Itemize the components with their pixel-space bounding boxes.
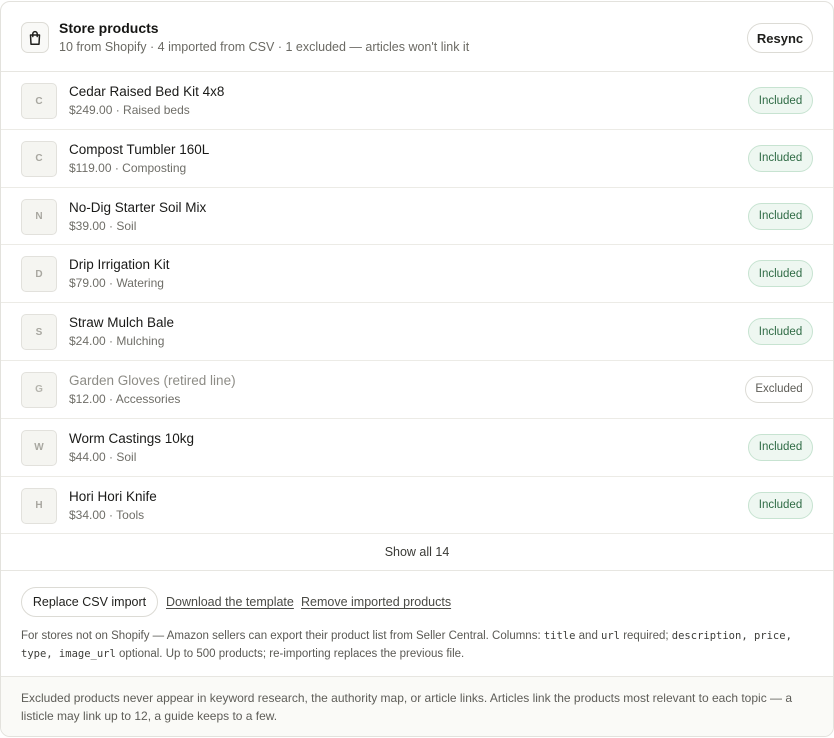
shopping-bag-icon — [21, 22, 49, 53]
product-name: Garden Gloves (retired line) — [69, 372, 236, 388]
product-price-category: $24.00 · Mulching — [69, 334, 165, 349]
product-row: H Hori Hori Knife $34.00 · Tools Include… — [1, 477, 833, 535]
remove-imported-products-link[interactable]: Remove imported products — [301, 595, 451, 609]
product-name: Cedar Raised Bed Kit 4x8 — [69, 84, 225, 99]
product-price-category: $12.00 · Accessories — [69, 391, 181, 406]
product-thumbnail: S — [21, 314, 57, 351]
product-row: W Worm Castings 10kg $44.00 · Soil Inclu… — [1, 419, 833, 477]
show-all-button[interactable]: Show all 14 — [1, 534, 833, 572]
product-thumbnail: C — [21, 83, 57, 119]
product-name: Straw Mulch Bale — [69, 315, 175, 331]
csv-import-section: Replace CSV import Download the template… — [1, 571, 833, 678]
product-thumbnail: G — [21, 371, 57, 408]
column-url-code: url — [601, 630, 620, 643]
include-toggle[interactable]: Included — [748, 318, 813, 346]
product-price-category: $79.00 · Watering — [69, 276, 164, 291]
product-name: Drip Irrigation Kit — [69, 257, 170, 273]
products-summary: 10 from Shopify · 4 imported from CSV · … — [59, 40, 470, 54]
product-row: G Garden Gloves (retired line) $12.00 · … — [1, 361, 833, 419]
product-list: C Cedar Raised Bed Kit 4x8 $249.00 · Rai… — [1, 72, 833, 535]
include-toggle[interactable]: Included — [748, 433, 813, 461]
replace-csv-import-button[interactable]: Replace CSV import — [21, 587, 158, 618]
include-toggle[interactable]: Included — [748, 87, 813, 114]
include-toggle[interactable]: Excluded — [745, 375, 813, 403]
product-row: C Cedar Raised Bed Kit 4x8 $249.00 · Rai… — [1, 72, 833, 130]
resync-button[interactable]: Resync — [747, 23, 813, 53]
product-price-category: $34.00 · Tools — [69, 507, 145, 522]
include-toggle[interactable]: Included — [748, 144, 813, 172]
card-header: Store products 10 from Shopify · 4 impor… — [1, 2, 833, 72]
product-thumbnail: N — [21, 198, 57, 235]
product-name: No-Dig Starter Soil Mix — [69, 199, 207, 215]
column-title-code: title — [543, 630, 576, 643]
product-price-category: $44.00 · Soil — [69, 449, 137, 464]
download-template-link[interactable]: Download the template — [166, 595, 294, 609]
product-thumbnail: H — [21, 487, 57, 524]
product-name: Worm Castings 10kg — [69, 430, 195, 446]
product-row: C Compost Tumbler 160L $119.00 · Compost… — [1, 130, 833, 188]
product-thumbnail: D — [21, 256, 57, 293]
product-price-category: $249.00 · Raised beds — [69, 103, 190, 117]
product-thumbnail: C — [21, 140, 57, 177]
product-row: D Drip Irrigation Kit $79.00 · Watering … — [1, 245, 833, 304]
include-toggle[interactable]: Included — [748, 260, 813, 288]
product-thumbnail: W — [21, 429, 57, 466]
page-title: Store products — [59, 20, 159, 36]
include-toggle[interactable]: Included — [748, 491, 813, 519]
store-products-card: Store products 10 from Shopify · 4 impor… — [0, 1, 834, 737]
product-row: S Straw Mulch Bale $24.00 · Mulching Inc… — [1, 303, 833, 361]
include-toggle[interactable]: Included — [748, 202, 813, 230]
product-name: Compost Tumbler 160L — [69, 141, 210, 157]
product-price-category: $119.00 · Composting — [69, 160, 187, 175]
product-name: Hori Hori Knife — [69, 488, 157, 504]
csv-help-text: For stores not on Shopify — Amazon selle… — [21, 630, 792, 661]
exclusion-note: Excluded products never appear in keywor… — [1, 677, 833, 736]
product-price-category: $39.00 · Soil — [69, 218, 137, 233]
product-row: N No-Dig Starter Soil Mix $39.00 · Soil … — [1, 188, 833, 246]
